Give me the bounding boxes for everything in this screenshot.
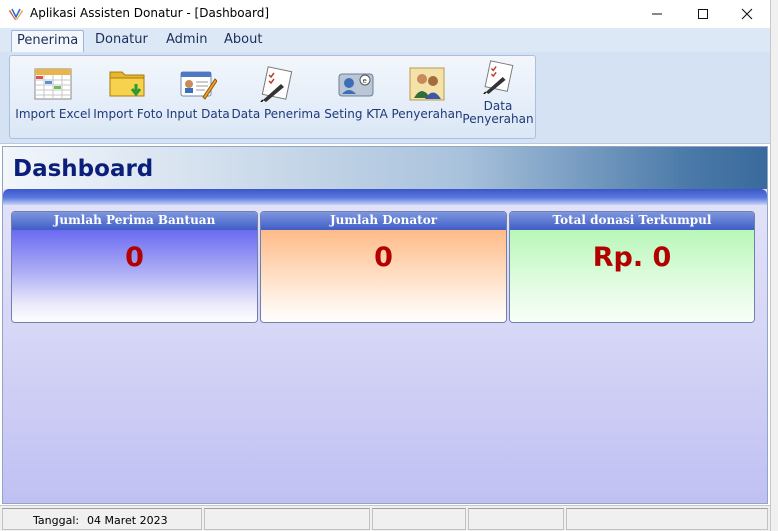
- card-total-donasi: Total donasi Terkumpul Rp. 0: [509, 211, 755, 323]
- input-data-button[interactable]: Input Data: [164, 56, 232, 136]
- background-window-edge: [770, 0, 778, 531]
- import-foto-button[interactable]: Import Foto: [92, 56, 164, 136]
- import-foto-label: Import Foto: [93, 107, 163, 121]
- maximize-icon: [698, 9, 708, 19]
- date-label: Tanggal:: [33, 514, 80, 527]
- menu-bar: Penerima Donatur Admin About: [0, 28, 770, 52]
- status-bar: Tanggal: 04 Maret 2023: [0, 505, 770, 531]
- status-pane: [372, 508, 466, 530]
- page-title: Dashboard: [13, 156, 154, 182]
- folder-download-icon: [108, 64, 148, 104]
- member-card-icon: e: [336, 64, 376, 104]
- card-jumlah-penerima: Jumlah Perima Bantuan 0: [11, 211, 258, 323]
- penyerahan-label: Penyerahan: [391, 107, 463, 121]
- dashboard-strip: [3, 189, 767, 205]
- card-value: Rp. 0: [592, 242, 672, 273]
- menu-penerima[interactable]: Penerima: [11, 30, 85, 52]
- seting-kta-label: Seting KTA: [324, 107, 388, 121]
- card-jumlah-donator: Jumlah Donator 0: [260, 211, 507, 323]
- app-logo-icon: [8, 7, 24, 21]
- close-icon: [741, 8, 753, 20]
- minimize-button[interactable]: [634, 0, 680, 28]
- title-bar: Aplikasi Assisten Donatur - [Dashboard]: [0, 0, 770, 28]
- status-pane-date: Tanggal: 04 Maret 2023: [2, 508, 202, 530]
- data-penerima-label: Data Penerima: [231, 107, 321, 121]
- checklist-pen-icon: [478, 58, 518, 96]
- window-title: Aplikasi Assisten Donatur - [Dashboard]: [30, 6, 270, 20]
- penyerahan-button[interactable]: Penyerahan: [391, 56, 463, 136]
- status-pane: [566, 508, 768, 530]
- menu-admin[interactable]: Admin: [161, 30, 212, 52]
- card-header: Jumlah Perima Bantuan: [12, 212, 257, 230]
- seting-kta-button[interactable]: e Seting KTA: [318, 56, 394, 136]
- dashboard-header: Dashboard: [3, 147, 767, 189]
- data-penyerahan-button[interactable]: Data Penyerahan: [462, 56, 534, 136]
- status-pane: [204, 508, 370, 530]
- input-data-label: Input Data: [166, 107, 230, 121]
- excel-sheet-icon: [33, 64, 73, 104]
- data-penyerahan-label: Data Penyerahan: [462, 99, 534, 126]
- import-excel-label: Import Excel: [15, 107, 91, 121]
- checklist-pen-icon: [256, 64, 296, 104]
- close-button[interactable]: [724, 0, 770, 28]
- import-excel-button[interactable]: Import Excel: [14, 56, 92, 136]
- minimize-icon: [652, 13, 662, 15]
- ribbon: Import Excel Import Foto Input Data Data…: [0, 52, 770, 144]
- card-header: Jumlah Donator: [261, 212, 506, 230]
- svg-text:e: e: [363, 77, 367, 85]
- menu-about[interactable]: About: [219, 30, 267, 52]
- ribbon-group-penerima: Import Excel Import Foto Input Data Data…: [9, 55, 536, 139]
- dashboard-panel: Dashboard Jumlah Perima Bantuan 0 Jumlah…: [2, 146, 768, 504]
- data-penerima-button[interactable]: Data Penerima: [231, 56, 321, 136]
- menu-donatur[interactable]: Donatur: [90, 30, 153, 52]
- card-value: 0: [125, 242, 144, 273]
- id-card-edit-icon: [178, 64, 218, 104]
- status-pane: [468, 508, 564, 530]
- people-handover-icon: [407, 64, 447, 104]
- card-header: Total donasi Terkumpul: [510, 212, 754, 230]
- maximize-button[interactable]: [680, 0, 726, 28]
- card-value: 0: [374, 242, 393, 273]
- date-value: 04 Maret 2023: [87, 514, 168, 527]
